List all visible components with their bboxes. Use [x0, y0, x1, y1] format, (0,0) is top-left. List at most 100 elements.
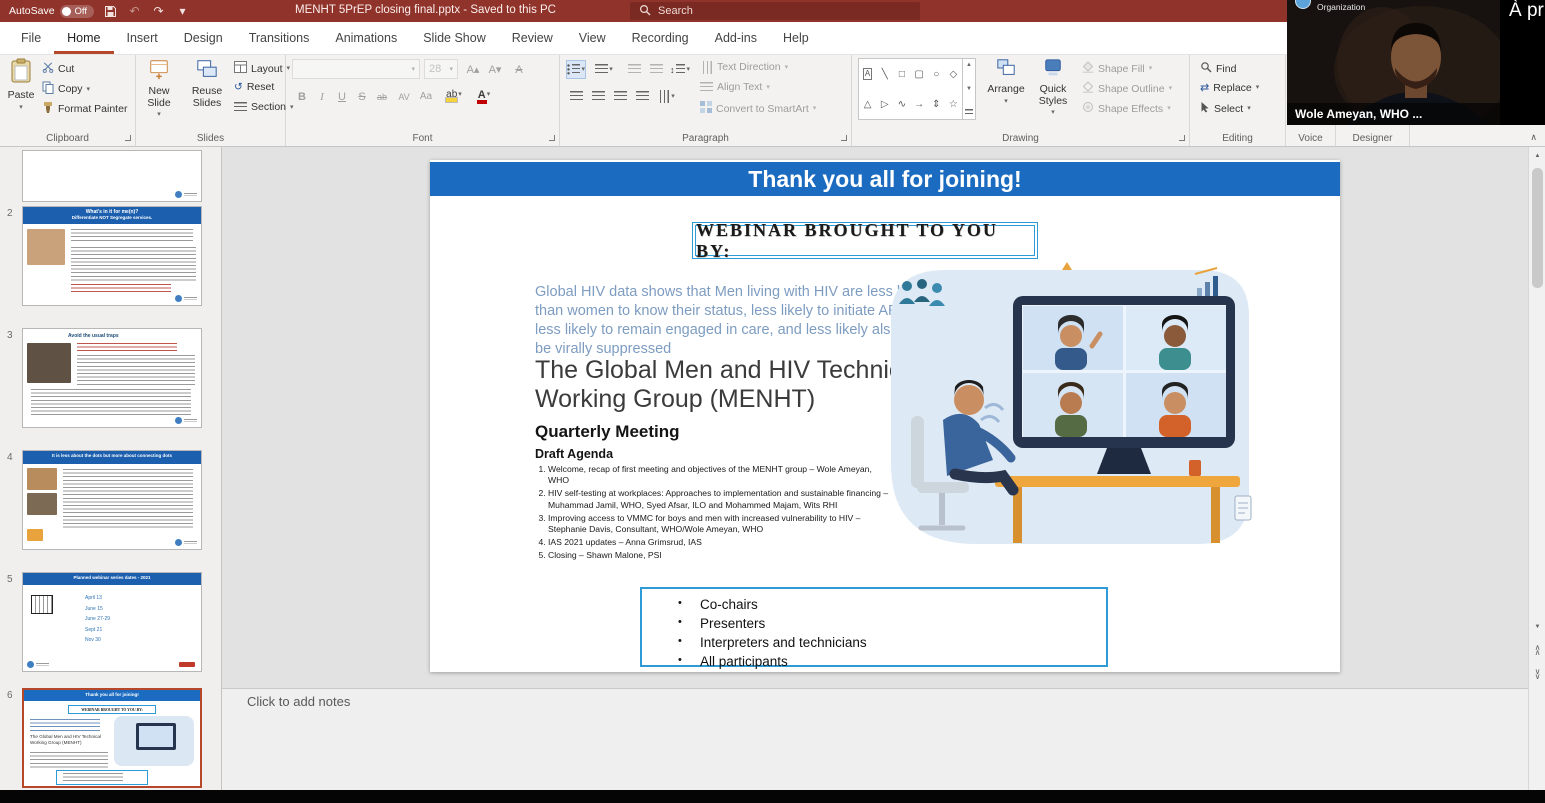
thumbnail-slide-3[interactable]: Avoid the usual traps — [22, 328, 202, 428]
line-spacing-button[interactable]: ↕▾ — [670, 60, 690, 79]
bold-button[interactable]: B — [292, 87, 312, 106]
shape-fill-button[interactable]: Shape Fill ▾ — [1082, 61, 1152, 76]
paragraph-dialog-launcher[interactable] — [841, 135, 847, 141]
font-name-combo[interactable]: ▾ — [292, 59, 420, 79]
replace-button[interactable]: ⇄ Replace ▾ — [1200, 81, 1259, 94]
grow-font-button[interactable]: A▴ — [463, 60, 483, 79]
decrease-indent-button[interactable] — [624, 60, 644, 79]
gallery-scroll-up-icon[interactable]: ▲ — [966, 62, 972, 68]
shape-diamond-icon[interactable]: ◇ — [950, 69, 958, 80]
format-painter-button[interactable]: Format Painter — [42, 101, 127, 117]
find-button[interactable]: Find — [1200, 61, 1236, 76]
thumbnail-slide-6-selected[interactable]: Thank you all for joining! WEBINAR BROUG… — [22, 688, 202, 788]
shape-effects-button[interactable]: Shape Effects ▾ — [1082, 101, 1171, 116]
copy-button[interactable]: Copy ▾ — [42, 81, 90, 97]
thumbnail-slide-1[interactable] — [22, 150, 202, 202]
previous-slide-button[interactable]: ∧∧ — [1529, 640, 1545, 660]
layout-button[interactable]: Layout ▾ — [234, 61, 290, 76]
collapse-ribbon-icon[interactable]: ∧ — [1530, 132, 1537, 143]
tab-file[interactable]: File — [8, 22, 54, 54]
tab-home[interactable]: Home — [54, 22, 113, 54]
font-dialog-launcher[interactable] — [549, 135, 555, 141]
shape-oval-icon[interactable]: ○ — [933, 69, 939, 80]
arrange-button[interactable]: Arrange ▾ — [984, 58, 1028, 105]
tab-review[interactable]: Review — [499, 22, 566, 54]
save-icon[interactable] — [103, 4, 118, 19]
tab-view[interactable]: View — [566, 22, 619, 54]
align-center-button[interactable] — [588, 87, 608, 106]
scroll-up-button[interactable]: ▲ — [1529, 147, 1545, 164]
shape-double-arrow-icon[interactable]: ⇕ — [932, 99, 940, 110]
align-text-button[interactable]: Align Text ▾ — [700, 81, 770, 93]
italic-button[interactable]: I — [312, 87, 332, 106]
text-shadow-button[interactable]: S — [352, 87, 372, 106]
quick-styles-button[interactable]: Quick Styles ▾ — [1030, 58, 1076, 116]
select-button[interactable]: Select ▾ — [1200, 101, 1251, 116]
align-left-button[interactable] — [566, 87, 586, 106]
shape-rectangle-icon[interactable]: □ — [899, 69, 905, 80]
scrollbar-thumb[interactable] — [1532, 168, 1543, 288]
next-slide-button[interactable]: ∨∨ — [1529, 664, 1545, 684]
clear-formatting-button[interactable]: A — [509, 60, 529, 79]
redo-icon[interactable]: ↷ — [151, 4, 166, 19]
tab-help[interactable]: Help — [770, 22, 822, 54]
thumbnail-slide-5[interactable]: Planned webinar series dates - 2021 Apri… — [22, 572, 202, 672]
current-slide[interactable]: Thank you all for joining! WEBINAR BROUG… — [430, 160, 1340, 672]
gallery-scroll-down-icon[interactable]: ▼ — [966, 86, 972, 92]
speaker-video-tile[interactable]: Organization Wole Ameyan, WHO ... — [1287, 0, 1500, 125]
shape-arrow-icon[interactable]: → — [914, 99, 924, 110]
bullets-button[interactable]: ▾ — [566, 60, 586, 79]
tab-recording[interactable]: Recording — [619, 22, 702, 54]
tab-addins[interactable]: Add-ins — [702, 22, 770, 54]
draft-agenda-heading[interactable]: Draft Agenda — [535, 447, 613, 461]
shapes-gallery[interactable]: A ╲ □ ▢ ○ ◇ △ ▷ ∿ → ⇕ ☆ ▲ ▼ — [858, 58, 976, 120]
reuse-slides-button[interactable]: Reuse Slides — [184, 58, 230, 109]
webinar-box[interactable]: WEBINAR BROUGHT TO YOU BY: — [692, 222, 1038, 259]
justify-button[interactable] — [632, 87, 652, 106]
quarterly-meeting-text[interactable]: Quarterly Meeting — [535, 422, 680, 442]
shape-outline-button[interactable]: Shape Outline ▾ — [1082, 81, 1172, 96]
autosave-toggle[interactable]: AutoSave Off — [9, 5, 94, 18]
scroll-down-button[interactable]: ▼ — [1529, 618, 1545, 635]
drawing-dialog-launcher[interactable] — [1179, 135, 1185, 141]
clipboard-dialog-launcher[interactable] — [125, 135, 131, 141]
strikethrough-button[interactable]: ab — [372, 87, 392, 106]
shape-triangle-icon[interactable]: △ — [864, 99, 872, 110]
shape-rounded-rectangle-icon[interactable]: ▢ — [914, 69, 923, 80]
agenda-list[interactable]: Welcome, recap of first meeting and obje… — [535, 464, 890, 563]
font-size-combo[interactable]: 28▾ — [424, 59, 458, 79]
reset-button[interactable]: ↺ Reset — [234, 81, 274, 93]
thanks-box[interactable]: Co-chairs Presenters Interpreters and te… — [640, 587, 1108, 667]
new-slide-button[interactable]: New Slide ▾ — [138, 58, 180, 118]
undo-icon[interactable]: ↶ — [127, 4, 142, 19]
cut-button[interactable]: Cut — [42, 61, 74, 76]
shape-curve-icon[interactable]: ∿ — [898, 99, 906, 110]
shrink-font-button[interactable]: A▾ — [485, 60, 505, 79]
tab-insert[interactable]: Insert — [114, 22, 171, 54]
tab-design[interactable]: Design — [171, 22, 236, 54]
numbering-button[interactable]: ▾ — [594, 60, 614, 79]
paste-button[interactable]: Paste ▾ — [5, 58, 37, 111]
thumbnail-slide-4[interactable]: It is less about the dots but more about… — [22, 450, 202, 550]
notes-pane[interactable]: Click to add notes — [222, 688, 1528, 790]
text-direction-button[interactable]: Text Direction ▾ — [700, 61, 788, 73]
shape-star-icon[interactable]: ☆ — [949, 99, 958, 110]
section-button[interactable]: Section ▾ — [234, 101, 294, 113]
thumbnail-slide-2[interactable]: What's in it for me(n)? Differentiate NO… — [22, 206, 202, 306]
slide-header-banner[interactable]: Thank you all for joining! — [430, 162, 1340, 196]
highlight-color-button[interactable]: ab▾ — [444, 85, 464, 104]
convert-smartart-button[interactable]: Convert to SmartArt ▾ — [700, 101, 816, 116]
shape-line-icon[interactable]: ╲ — [882, 69, 888, 80]
increase-indent-button[interactable] — [646, 60, 666, 79]
search-box[interactable]: Search — [630, 2, 920, 20]
notes-placeholder[interactable]: Click to add notes — [247, 694, 350, 709]
change-case-button[interactable]: Aa — [416, 87, 436, 106]
video-call-overlay[interactable]: Organization Wole Ameyan, WHO ... À pr — [1287, 0, 1545, 125]
character-spacing-button[interactable]: AV — [394, 87, 414, 106]
gallery-more-icon[interactable] — [965, 109, 973, 116]
shape-right-triangle-icon[interactable]: ▷ — [881, 99, 889, 110]
vertical-scrollbar[interactable]: ▲ ▼ ∧∧ ∨∨ — [1528, 147, 1545, 790]
columns-button[interactable]: ▾ — [656, 87, 676, 106]
underline-button[interactable]: U — [332, 87, 352, 106]
align-right-button[interactable] — [610, 87, 630, 106]
